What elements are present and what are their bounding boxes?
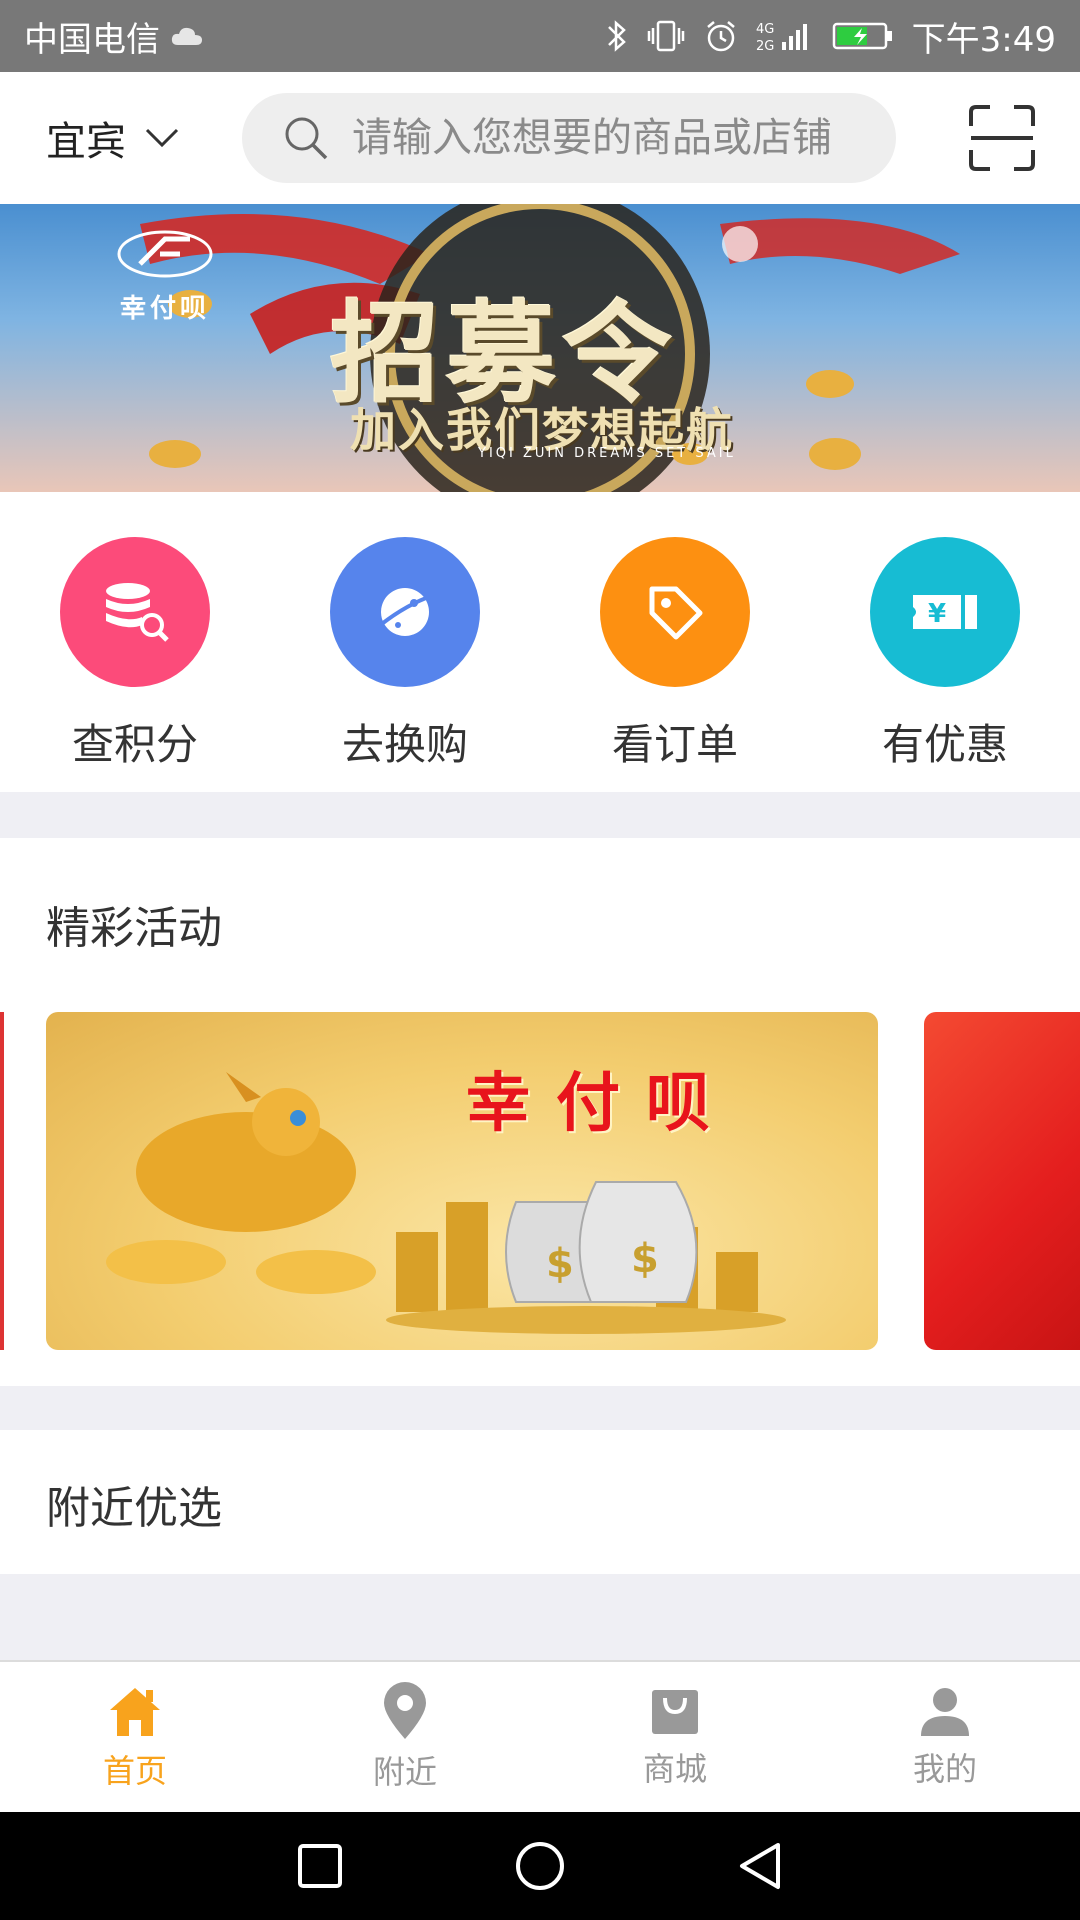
quick-item-label: 看订单 — [611, 720, 738, 769]
nav-label: 首页 — [102, 1752, 167, 1790]
carrier-group: 中国电信 — [24, 12, 204, 61]
chevron-down-icon — [144, 127, 180, 149]
svg-text:4G: 4G — [756, 22, 774, 37]
back-icon[interactable] — [736, 1841, 784, 1891]
coupon-icon: ¥ — [870, 537, 1020, 687]
points-database-icon — [60, 537, 210, 687]
svg-text:¥: ¥ — [928, 599, 946, 629]
top-header: 宜宾 — [0, 72, 1080, 204]
shopping-bag-icon — [652, 1690, 698, 1734]
nearby-title: 附近优选 — [46, 1483, 222, 1534]
carrier-name: 中国电信 — [24, 19, 160, 60]
activity-card-next[interactable] — [924, 1012, 1080, 1350]
cloud-icon — [170, 25, 204, 47]
quick-item-label: 查积分 — [71, 720, 198, 769]
recent-apps-icon[interactable] — [296, 1842, 344, 1890]
vibrate-icon — [646, 18, 686, 54]
section-divider — [0, 1386, 1080, 1430]
city-label: 宜宾 — [46, 119, 126, 165]
battery-charging-icon — [832, 21, 894, 51]
scan-icon — [969, 105, 1035, 171]
activities-title: 精彩活动 — [46, 903, 222, 954]
clock: 下午3:49 — [911, 19, 1056, 60]
nav-label: 附近 — [372, 1753, 437, 1791]
quick-item-label: 有优惠 — [881, 720, 1008, 769]
svg-text:2G: 2G — [756, 39, 774, 54]
activity-card[interactable]: $ $ 幸付呗 — [46, 1012, 878, 1350]
planet-icon — [330, 537, 480, 687]
quick-menu: 查积分 去换购 看订单 ¥ 有优惠 — [0, 492, 1080, 792]
location-pin-icon — [384, 1682, 426, 1739]
quick-item-exchange[interactable]: 去换购 — [270, 492, 540, 792]
quick-item-coupons[interactable]: ¥ 有优惠 — [810, 492, 1080, 792]
quick-item-label: 去换购 — [341, 720, 468, 769]
svg-text:$: $ — [631, 1236, 659, 1282]
quick-item-points[interactable]: 查积分 — [0, 492, 270, 792]
svg-text:$: $ — [546, 1241, 574, 1287]
user-icon — [921, 1688, 969, 1736]
tag-icon — [600, 537, 750, 687]
promo-banner[interactable]: 幸付呗 招募令 加入我们梦想起航 YIQI ZUIN DREAMS SET SA… — [0, 204, 1080, 492]
nav-item-home[interactable]: 首页 — [0, 1662, 270, 1812]
nav-item-mine[interactable]: 我的 — [810, 1662, 1080, 1812]
nav-label: 我的 — [912, 1750, 977, 1788]
system-nav-bar — [0, 1812, 1080, 1920]
banner-logo-text: 幸付呗 — [119, 294, 210, 324]
city-selector[interactable]: 宜宾 — [46, 109, 196, 167]
brand-logo-icon — [117, 230, 213, 278]
bluetooth-icon — [606, 18, 628, 54]
scan-button[interactable] — [968, 104, 1036, 172]
nav-label: 商城 — [642, 1750, 707, 1788]
search-bar[interactable] — [242, 93, 896, 183]
activity-card-prev[interactable] — [0, 1012, 4, 1350]
home-circle-icon[interactable] — [514, 1840, 566, 1892]
activity-artwork: $ $ — [106, 1072, 786, 1334]
alarm-icon — [704, 19, 738, 53]
search-icon — [282, 114, 330, 162]
nav-item-nearby[interactable]: 附近 — [270, 1662, 540, 1812]
quick-item-orders[interactable]: 看订单 — [540, 492, 810, 792]
bottom-nav: 首页 附近 商城 我的 — [0, 1660, 1080, 1812]
search-input[interactable] — [352, 115, 872, 161]
activity-card-title: 幸付呗 — [466, 1067, 736, 1141]
section-divider — [0, 792, 1080, 838]
status-icons: 4G 2G 下午3:49 — [606, 12, 1056, 61]
banner-logo: 幸付呗 — [110, 224, 220, 325]
app-screen: 中国电信 4G 2G 下午3:49 宜宾 请输入您想要的商品或店铺 幸付呗 招募… — [0, 0, 1080, 1920]
banner-subtitle-en: YIQI ZUIN DREAMS SET SAIL — [478, 446, 736, 461]
home-icon — [110, 1688, 160, 1736]
content-background — [0, 1574, 1080, 1660]
nav-item-mall[interactable]: 商城 — [540, 1662, 810, 1812]
signal-icon: 4G 2G — [756, 18, 814, 54]
status-bar: 中国电信 4G 2G 下午3:49 — [0, 0, 1080, 72]
